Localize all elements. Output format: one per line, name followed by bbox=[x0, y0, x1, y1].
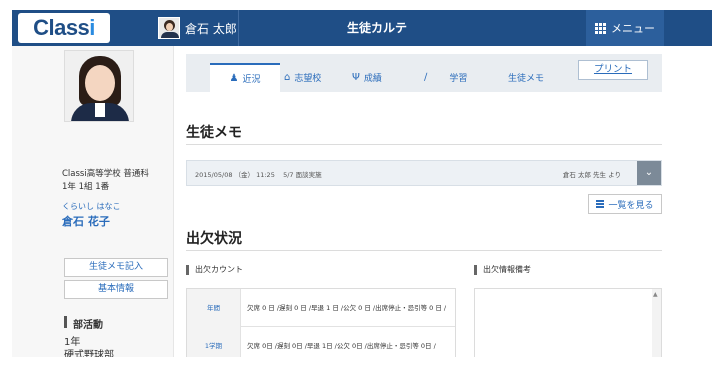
trophy-icon: Ψ bbox=[352, 72, 360, 83]
tab-study[interactable]: ∕ 学習 bbox=[424, 63, 467, 92]
pencil-icon: ∕ bbox=[424, 72, 428, 83]
row-label: 1学期 bbox=[187, 327, 241, 357]
person-icon: ♟ bbox=[229, 73, 239, 84]
club-line: 硬式野球部 bbox=[64, 350, 114, 357]
basic-info-button[interactable]: 基本情報 bbox=[64, 280, 168, 299]
attendance-section-title: 出欠状況 bbox=[186, 231, 242, 247]
grid-menu-icon bbox=[595, 22, 606, 34]
tab-label: 志望校 bbox=[294, 74, 322, 84]
heading-bar bbox=[474, 264, 477, 275]
tab-student-memo[interactable]: 生徒メモ bbox=[508, 63, 544, 92]
attendance-count-title: 出欠カウント bbox=[195, 265, 243, 274]
student-sidebar: Classi高等学校 普通科 1年 1組 1番 くらいし はなこ 倉石 花子 生… bbox=[12, 46, 174, 357]
student-photo bbox=[64, 50, 134, 122]
scroll-up-icon[interactable]: ▲ bbox=[653, 291, 658, 298]
tab-label: 成績 bbox=[363, 74, 382, 84]
club-line: 1年 bbox=[64, 337, 81, 348]
student-name[interactable]: 倉石 花子 bbox=[62, 213, 110, 229]
club-list: 1年 硬式野球部 bbox=[64, 336, 114, 357]
page-title: 生徒カルテ bbox=[346, 21, 407, 35]
memo-entry-button[interactable]: 生徒メモ記入 bbox=[64, 258, 168, 277]
user-info[interactable]: 倉石 太郎 bbox=[158, 16, 237, 40]
club-heading-bar bbox=[64, 316, 67, 328]
club-title: 部活動 bbox=[73, 320, 103, 331]
heading-bar bbox=[186, 264, 189, 275]
attendance-notes-title: 出欠情報備考 bbox=[483, 265, 531, 274]
tab-label: 生徒メモ bbox=[508, 74, 545, 84]
memo-section-title: 生徒メモ bbox=[186, 125, 242, 141]
row-value: 欠席 0日 /遅刻 0日 /早退 1日 /公欠 0日 /出席停止・忌引等 0日 … bbox=[247, 342, 436, 350]
tab-label: 近況 bbox=[242, 75, 261, 85]
school-name: Classi高等学校 普通科 bbox=[62, 169, 149, 179]
memo-text: 5/7 面談実施 bbox=[283, 171, 322, 179]
header-divider bbox=[238, 10, 239, 46]
tab-recent[interactable]: ♟ 近況 bbox=[210, 63, 280, 92]
row-value: 欠席 0 日 /遅刻 0 日 /早退 1 日 /公欠 0 日 /出席停止・忌引等… bbox=[247, 304, 447, 312]
tab-grades[interactable]: Ψ 成績 bbox=[352, 63, 382, 92]
section-divider bbox=[186, 250, 662, 251]
view-list-label: 一覧を見る bbox=[608, 200, 654, 211]
list-icon bbox=[596, 199, 605, 210]
attendance-notes-heading: 出欠情報備考 bbox=[474, 264, 531, 275]
memo-author: 倉石 太郎 先生 より bbox=[562, 171, 621, 179]
user-avatar bbox=[158, 17, 180, 39]
table-row: 年間 欠席 0 日 /遅刻 0 日 /早退 1 日 /公欠 0 日 /出席停止・… bbox=[187, 289, 455, 327]
memo-entry-text: 2015/05/08 （金） 11:25 5/7 面談実施 bbox=[195, 169, 322, 179]
memo-date: 2015/05/08 （金） 11:25 bbox=[195, 171, 275, 179]
classi-logo[interactable]: Classi bbox=[18, 13, 110, 43]
user-name: 倉石 太郎 bbox=[185, 21, 237, 36]
row-label: 年間 bbox=[187, 289, 241, 327]
student-kana: くらいし はなこ bbox=[62, 202, 121, 211]
top-header: Classi 倉石 太郎 生徒カルテ メニュー bbox=[12, 10, 712, 46]
attendance-table: 年間 欠席 0 日 /遅刻 0 日 /早退 1 日 /公欠 0 日 /出席停止・… bbox=[186, 288, 456, 357]
attendance-count-heading: 出欠カウント bbox=[186, 264, 243, 275]
print-button[interactable]: プリント bbox=[578, 60, 648, 80]
attendance-notes-textarea[interactable]: ▲ bbox=[474, 288, 662, 357]
section-divider bbox=[186, 144, 662, 145]
chevron-down-icon[interactable]: ⌄ bbox=[637, 161, 661, 185]
class-number: 1年 1組 1番 bbox=[62, 182, 110, 192]
school-icon: ⌂ bbox=[284, 72, 291, 83]
table-row: 1学期 欠席 0日 /遅刻 0日 /早退 1日 /公欠 0日 /出席停止・忌引等… bbox=[187, 327, 455, 357]
memo-entry[interactable]: 2015/05/08 （金） 11:25 5/7 面談実施 倉石 太郎 先生 よ… bbox=[186, 160, 662, 186]
tab-label: 学習 bbox=[449, 74, 468, 84]
view-list-button[interactable]: 一覧を見る bbox=[588, 194, 662, 214]
scrollbar[interactable]: ▲ bbox=[652, 289, 661, 357]
tab-target-school[interactable]: ⌂ 志望校 bbox=[284, 63, 321, 92]
logo-text: Classi bbox=[33, 15, 95, 40]
app-frame: Classi 倉石 太郎 生徒カルテ メニュー Classi高等学校 普通科 1… bbox=[12, 10, 712, 357]
menu-button[interactable]: メニュー bbox=[586, 10, 664, 46]
student-school-info: Classi高等学校 普通科 1年 1組 1番 bbox=[62, 168, 174, 194]
menu-label: メニュー bbox=[611, 22, 655, 35]
